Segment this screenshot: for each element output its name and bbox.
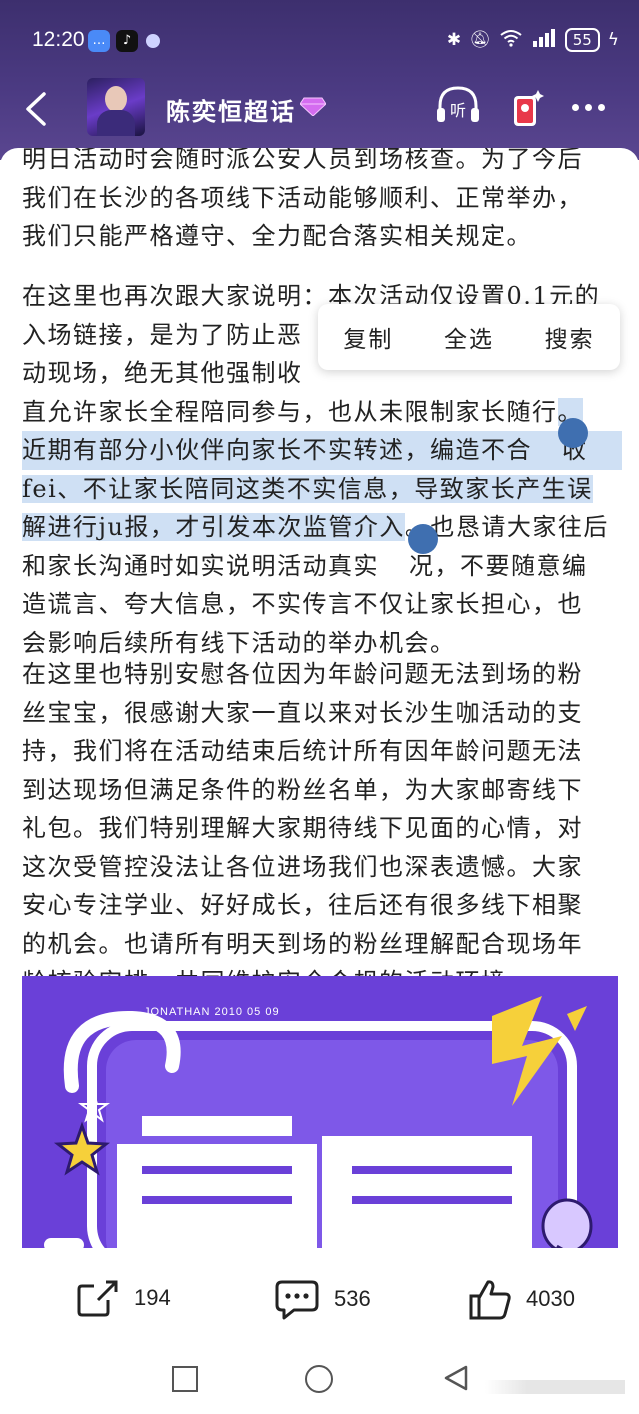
text-line: 礼包。我们特别理解大家期待线下见面的心情，对 <box>22 814 583 842</box>
comment-count: 536 <box>334 1286 371 1311</box>
text-line: 我们在长沙的各项线下活动能够顺利、正常举办， <box>22 183 583 212</box>
charging-icon: ϟ <box>607 30 619 50</box>
topic-header: 12:20 … ♪ ✱ 🔕︎ 55 ϟ 陈奕恒超话 听 <box>0 0 639 160</box>
system-navigation-bar <box>0 1346 639 1414</box>
signal-icon <box>531 28 557 52</box>
text-line: 解进行ju报，才引发本次监管介入。也恳请大家往后 <box>22 508 622 547</box>
redpacket-button[interactable] <box>508 82 548 130</box>
red-packet-icon <box>514 90 544 126</box>
share-icon <box>77 1280 118 1317</box>
selected-text-line[interactable]: fei、不让家长陪同这类不实信息，导致家长产生误 <box>22 470 622 509</box>
chevron-left-icon <box>26 92 46 126</box>
triangle-back-icon <box>444 1365 468 1391</box>
post-image[interactable]: JONATHAN 2010 05 09 <box>22 976 618 1248</box>
text-line: 安心专注学业、好好成长，往后还有很多线下相聚 <box>22 891 583 919</box>
text-line: 的机会。也请所有明天到场的粉丝理解配合现场年 <box>22 929 583 958</box>
home-button[interactable] <box>305 1365 333 1393</box>
more-options-button[interactable] <box>572 96 612 116</box>
message-app-icon: … <box>88 30 110 52</box>
selected-text[interactable]: 解进行ju报，才引发本次监管介入 <box>22 513 405 541</box>
tiktok-icon: ♪ <box>116 30 138 52</box>
banner-caption: JONATHAN 2010 05 09 <box>144 1006 280 1018</box>
battery-indicator: 55 <box>564 28 600 52</box>
copy-menu-item[interactable]: 复制 <box>343 320 393 354</box>
status-time: 12:20 <box>32 28 85 51</box>
search-menu-item[interactable]: 搜索 <box>545 320 595 354</box>
announcement-graphic <box>22 976 618 1248</box>
share-count: 194 <box>134 1285 171 1310</box>
comment-icon <box>275 1280 319 1320</box>
comment-button[interactable]: 536 <box>274 1278 371 1320</box>
line-text: 直允许家长全程陪同参与，也从未限制家长随行 <box>22 397 558 426</box>
watermark <box>485 1380 625 1394</box>
status-bar: 12:20 … ♪ ✱ 🔕︎ 55 ϟ <box>0 22 639 62</box>
thumbs-up-icon <box>469 1280 511 1320</box>
selection-handle-start[interactable] <box>558 418 588 448</box>
text-selection-menu: 复制 全选 搜索 <box>318 304 620 370</box>
status-icons: ✱ 🔕︎ 55 ϟ <box>447 28 619 52</box>
mute-icon: 🔕︎ <box>469 30 491 50</box>
line-text: 近期有部分小伙伴向家长不实转述，编造不合 <box>22 436 532 464</box>
line-text: 况，不要随意编 <box>409 551 588 580</box>
text-line: 直允许家长全程陪同参与，也从未限制家长随行。 <box>22 393 622 432</box>
topic-title[interactable]: 陈奕恒超话 <box>166 92 296 127</box>
text-line: 到达现场但满足条件的粉丝名单，为大家邮寄线下 <box>22 775 583 804</box>
back-button[interactable] <box>20 90 54 128</box>
text-line: 这次受管控没法让各位进场我们也深表遗憾。大家 <box>22 852 583 881</box>
bluetooth-icon: ✱ <box>446 30 462 50</box>
topic-nav-bar: 陈奕恒超话 听 <box>0 78 639 140</box>
post-action-bar: 194 536 4030 <box>0 1250 639 1346</box>
like-button[interactable]: 4030 <box>468 1278 575 1320</box>
recent-apps-button[interactable] <box>172 1366 198 1392</box>
headphones-icon: 听 <box>437 86 479 122</box>
line-text: fei、不让家长陪同这类不实信息，导致家长产生误 <box>22 474 593 503</box>
topic-avatar[interactable] <box>87 78 145 136</box>
post-paragraph-3: 在这里也特别安慰各位因为年龄问题无法到场的粉 丝宝宝，很感谢大家一直以来对长沙生… <box>22 655 622 1002</box>
share-button[interactable]: 194 <box>76 1278 171 1318</box>
selection-handle-end[interactable] <box>408 524 438 554</box>
wifi-icon <box>499 29 523 52</box>
system-back-button[interactable] <box>442 1364 470 1396</box>
select-all-menu-item[interactable]: 全选 <box>444 320 494 354</box>
text-line: 我们只能严格遵守、全力配合落实相关规定。 <box>22 222 532 250</box>
diamond-icon <box>299 96 327 120</box>
listen-button[interactable]: 听 <box>434 84 482 128</box>
line-text: 和家长沟通时如实说明活动真实 <box>22 551 379 580</box>
svg-text:听: 听 <box>450 101 466 120</box>
text-line: 和家长沟通时如实说明活动真实 况，不要随意编 <box>22 547 622 586</box>
notification-dot-icon <box>146 34 160 48</box>
post-paragraph-1: 明日活动时会随时派公安人员到场核查。为了今后 我们在长沙的各项线下活动能够顺利、… <box>22 148 622 256</box>
text-line: 造谎言、夸大信息，不实传言不仅让家长担心，也 <box>22 590 583 618</box>
post-content: 明日活动时会随时派公安人员到场核查。为了今后 我们在长沙的各项线下活动能够顺利、… <box>0 148 639 1248</box>
like-count: 4030 <box>526 1286 575 1311</box>
text-line: 丝宝宝，很感谢大家一直以来对长沙生咖活动的支 <box>22 698 583 727</box>
text-line: 持，我们将在活动结束后统计所有因年龄问题无法 <box>22 737 583 765</box>
selected-text-line[interactable]: 近期有部分小伙伴向家长不实转述，编造不合收 <box>22 431 622 470</box>
text-line: 明日活动时会随时派公安人员到场核查。为了今后 <box>22 148 583 173</box>
text-line: 在这里也特别安慰各位因为年龄问题无法到场的粉 <box>22 660 583 688</box>
